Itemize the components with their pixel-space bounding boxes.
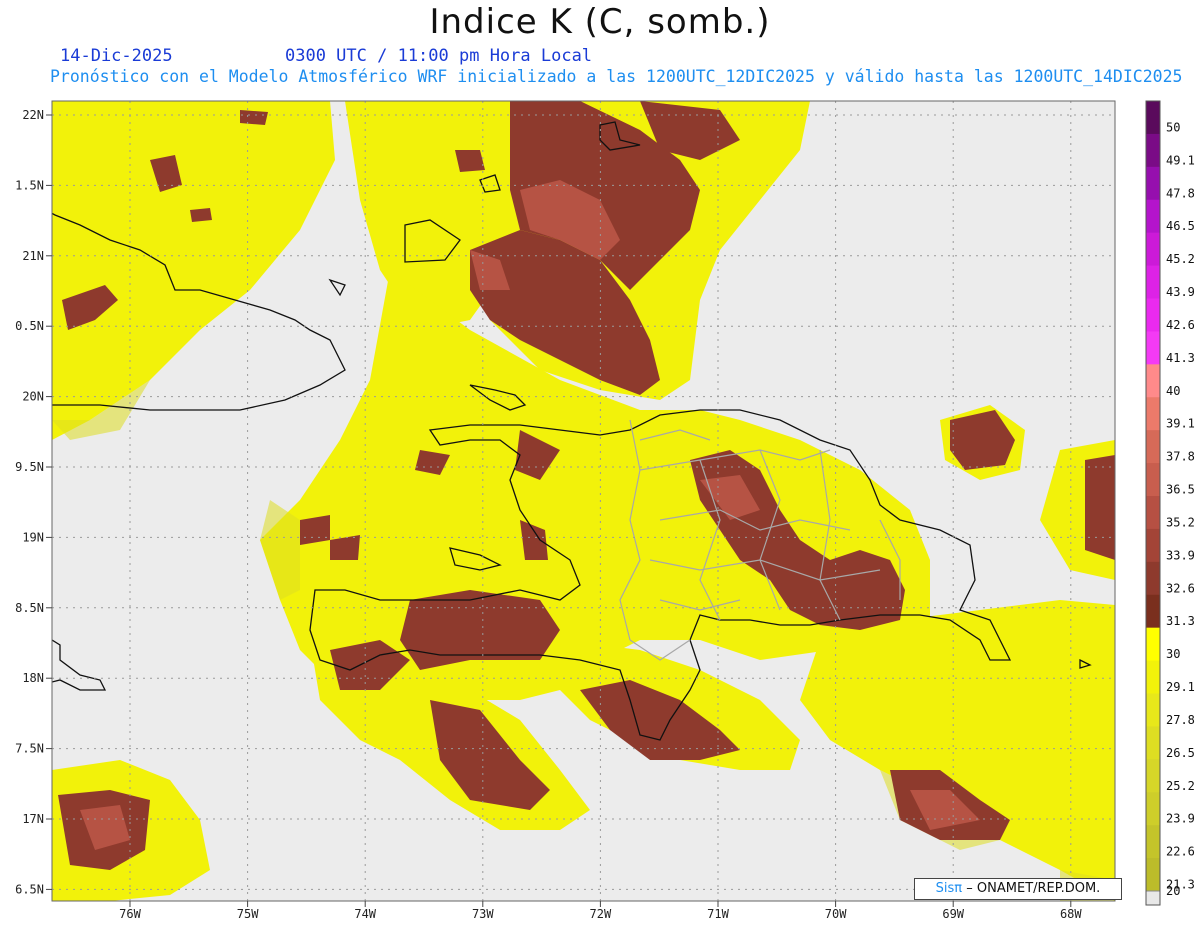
lat-label: 9.5N <box>15 460 44 474</box>
lat-label: 20N <box>22 390 44 404</box>
colorbar-swatch <box>1146 463 1160 497</box>
lat-label: 17N <box>22 812 44 826</box>
credit-box: Sisπ – ONAMET/REP.DOM. <box>914 878 1122 900</box>
colorbar-swatch <box>1146 397 1160 431</box>
colorbar-label: 40 <box>1166 384 1180 398</box>
colorbar-label: 42.6 <box>1166 318 1195 332</box>
colorbar-label: 41.3 <box>1166 351 1195 365</box>
colorbar-swatch <box>1146 265 1160 299</box>
colorbar-label: 37.8 <box>1166 450 1195 464</box>
colorbar-label: 32.6 <box>1166 581 1195 595</box>
lat-label: 1.5N <box>15 178 44 192</box>
lat-label: 6.5N <box>15 882 44 896</box>
lon-label: 74W <box>354 907 376 921</box>
lat-label: 0.5N <box>15 319 44 333</box>
colorbar-swatch <box>1146 792 1160 826</box>
colorbar-label: 46.5 <box>1166 219 1195 233</box>
colorbar-label: 27.8 <box>1166 713 1195 727</box>
lat-label: 19N <box>22 530 44 544</box>
credit-sis: Sisπ <box>935 881 963 896</box>
lon-label: 75W <box>237 907 259 921</box>
colorbar-label: 35.2 <box>1166 515 1195 529</box>
colorbar-swatch <box>1146 825 1160 859</box>
colorbar-swatch <box>1146 430 1160 464</box>
lat-label: 8.5N <box>15 601 44 615</box>
colorbar-label: 39.1 <box>1166 417 1195 431</box>
credit-org: – ONAMET/REP.DOM. <box>966 881 1101 896</box>
colorbar-label: 29.1 <box>1166 680 1195 694</box>
colorbar-swatch <box>1146 561 1160 596</box>
colorbar-swatch <box>1146 199 1160 234</box>
colorbar-label: 33.9 <box>1166 548 1195 562</box>
colorbar-label: 25.2 <box>1166 779 1195 793</box>
colorbar-swatch <box>1146 726 1160 760</box>
colorbar-label: 30 <box>1166 647 1180 661</box>
colorbar-swatch <box>1146 166 1160 201</box>
colorbar-swatch <box>1146 232 1160 267</box>
colorbar-swatch <box>1146 364 1160 398</box>
colorbar-swatch <box>1146 660 1160 694</box>
colorbar-swatch <box>1146 298 1160 332</box>
colorbar-label: 50 <box>1166 120 1180 134</box>
colorbar-label: 45.2 <box>1166 252 1195 266</box>
colorbar-swatch <box>1146 693 1160 727</box>
lat-label: 21N <box>22 249 44 263</box>
weather-map: 22N 1.5N 21N 0.5N 20N 9.5N 19N 8.5N 18N 7.5N 17N 6.… <box>15 100 1195 921</box>
colorbar-label: 36.5 <box>1166 483 1195 497</box>
colorbar-swatch <box>1146 627 1160 662</box>
lon-label: 76W <box>119 907 141 921</box>
colorbar-label: 31.3 <box>1166 614 1195 628</box>
lat-label: 22N <box>22 108 44 122</box>
lat-label: 7.5N <box>15 742 44 756</box>
colorbar-label: 26.5 <box>1166 746 1195 760</box>
lon-label: 68W <box>1060 907 1082 921</box>
colorbar-swatch <box>1146 133 1160 168</box>
lon-label: 73W <box>472 907 494 921</box>
colorbar-swatch <box>1146 528 1160 563</box>
lon-label: 72W <box>590 907 612 921</box>
colorbar-below-range <box>1145 890 1161 906</box>
colorbar-swatch <box>1146 759 1160 793</box>
colorbar-swatch <box>1146 594 1160 629</box>
colorbar-swatch <box>1146 101 1160 135</box>
colorbar-label: 22.6 <box>1166 845 1195 859</box>
lon-label: 70W <box>825 907 847 921</box>
colorbar-label: 49.1 <box>1166 153 1195 167</box>
latitude-labels: 22N 1.5N 21N 0.5N 20N 9.5N 19N 8.5N 18N 7.5N 17N 6.… <box>15 108 52 896</box>
lat-label: 18N <box>22 671 44 685</box>
colorbar-label: 20 <box>1166 884 1180 898</box>
colorbar-swatch <box>1146 331 1160 365</box>
colorbar-label: 47.8 <box>1166 186 1195 200</box>
lon-label: 71W <box>707 907 729 921</box>
colorbar-swatch <box>1146 496 1160 530</box>
colorbar-label: 23.9 <box>1166 812 1195 826</box>
longitude-labels: 76W 75W 74W 73W 72W 71W 70W 69W 68W <box>119 901 1082 921</box>
colorbar: 50 49.1 47.8 46.5 45.2 43.9 42.6 41.3 40 39.1 37.8… <box>1145 100 1195 906</box>
colorbar-label: 43.9 <box>1166 285 1195 299</box>
colorbar-swatch <box>1146 858 1160 892</box>
lon-label: 69W <box>942 907 964 921</box>
